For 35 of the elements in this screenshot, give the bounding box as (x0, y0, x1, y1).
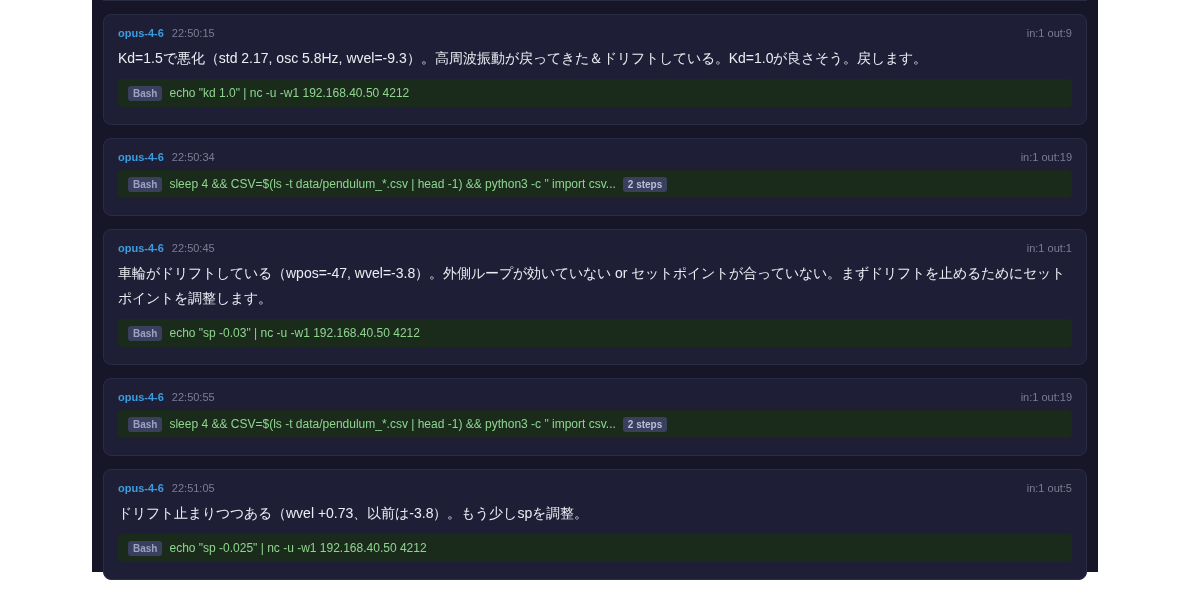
tool-badge: Bash (128, 416, 163, 432)
message-text: Kd=1.5で悪化（std 2.17, osc 5.8Hz, wvel=-9.3）。高周波振動が戻ってきた＆ドリフトしている。Kd=1.0が良さそう。戻します。 (118, 49, 929, 68)
steps-badge: 2 steps (622, 176, 668, 192)
command-text: sleep 4 && CSV=$(ls -t data/pendulum_*.csv | head -1) && python3 -c " import csv... (169, 417, 616, 431)
tool-call[interactable]: Bash sleep 4 && CSV=$(ls -t data/pendulum_*.csv | head -1) && python3 -c " import csv... 2 steps (118, 170, 1072, 198)
tool-badge: Bash (128, 540, 163, 556)
tool-call[interactable]: Bash echo "sp -0.025" | nc -u -w1 192.168.40.50 4212 (118, 534, 1072, 562)
tool-call[interactable]: Bash sleep 4 && CSV=$(ls -t data/pendulum_*.csv | head -1) && python3 -c " import csv... 2 steps (118, 410, 1072, 438)
token-count: in:1 out:19 (1020, 151, 1072, 163)
token-count: in:1 out:19 (1020, 391, 1072, 403)
timestamp: 22:50:55 (171, 391, 215, 403)
tool-call[interactable]: Bash echo "sp -0.03" | nc -u -w1 192.168.40.50 4212 (118, 319, 1072, 347)
token-count: in:1 out:9 (1026, 27, 1072, 39)
token-count: in:1 out:5 (1026, 482, 1072, 494)
model-name: opus-4-6 (118, 242, 164, 254)
tool-badge: Bash (128, 85, 163, 101)
command-text: sleep 4 && CSV=$(ls -t data/pendulum_*.csv | head -1) && python3 -c " import csv... (169, 177, 616, 191)
timestamp: 22:50:15 (171, 27, 215, 39)
model-name: opus-4-6 (118, 27, 164, 39)
command-text: echo "kd 1.0" | nc -u -w1 192.168.40.50 4212 (169, 86, 410, 100)
model-name: opus-4-6 (118, 391, 164, 403)
message-text: ドリフト止まりつつある（wvel +0.73、以前は-3.8）。もう少しspを調整。 (118, 504, 590, 523)
model-name: opus-4-6 (118, 482, 164, 494)
timestamp: 22:50:34 (171, 151, 215, 163)
timestamp: 22:50:45 (171, 242, 215, 254)
steps-badge: 2 steps (622, 416, 668, 432)
tool-call[interactable]: Bash echo "kd 1.0" | nc -u -w1 192.168.40.50 4212 (118, 79, 1072, 107)
model-name: opus-4-6 (118, 151, 164, 163)
tool-badge: Bash (128, 176, 163, 192)
command-text: echo "sp -0.03" | nc -u -w1 192.168.40.50 4212 (169, 326, 420, 340)
timestamp: 22:51:05 (171, 482, 215, 494)
token-count: in:1 out:1 (1026, 242, 1072, 254)
tool-badge: Bash (128, 325, 163, 341)
message-text: 車輪がドリフトしている（wpos=-47, wvel=-3.8）。外側ループが効いていない or セットポイントが合っていない。まずドリフトを止めるためにセットポイントを調整します。 (118, 264, 1067, 308)
command-text: echo "sp -0.025" | nc -u -w1 192.168.40.50 4212 (169, 541, 427, 555)
